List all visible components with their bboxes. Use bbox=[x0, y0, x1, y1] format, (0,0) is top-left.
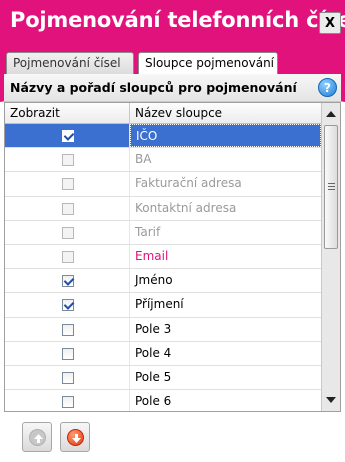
close-button[interactable]: X bbox=[319, 12, 341, 34]
column-name-cell[interactable]: Příjmení bbox=[130, 293, 321, 316]
show-cell bbox=[5, 390, 130, 411]
table-row[interactable]: Kontaktní adresa bbox=[5, 196, 321, 221]
show-cell bbox=[5, 196, 130, 220]
show-checkbox[interactable] bbox=[62, 299, 74, 312]
show-checkbox[interactable] bbox=[62, 347, 74, 360]
table-row[interactable]: Email bbox=[5, 244, 321, 270]
show-cell bbox=[5, 317, 130, 341]
show-cell bbox=[5, 220, 130, 244]
arrow-up-icon bbox=[29, 429, 46, 446]
show-checkbox bbox=[62, 250, 74, 263]
column-name-cell[interactable]: Fakturační adresa bbox=[130, 172, 321, 195]
show-cell bbox=[5, 124, 130, 148]
grid-rows: IČO BA Fakturační adresa Kontaktní adresa Ta… bbox=[5, 124, 321, 411]
tab-naming-columns[interactable]: Sloupce pojmenování bbox=[138, 52, 278, 75]
show-checkbox[interactable] bbox=[62, 130, 74, 142]
column-name-cell[interactable]: Pole 3 bbox=[130, 318, 321, 341]
move-down-button[interactable] bbox=[60, 422, 90, 452]
show-checkbox[interactable] bbox=[62, 396, 74, 409]
show-cell bbox=[5, 293, 130, 317]
table-row[interactable]: BA bbox=[5, 148, 321, 173]
table-row[interactable]: Jméno bbox=[5, 269, 321, 294]
table-row[interactable]: Fakturační adresa bbox=[5, 172, 321, 197]
show-checkbox bbox=[62, 154, 74, 167]
table-row[interactable]: Příjmení bbox=[5, 293, 321, 318]
show-cell bbox=[5, 244, 130, 269]
columns-grid: Zobrazit Název sloupce IČO BA Fakturační a… bbox=[4, 102, 341, 412]
scrollbar-grip-icon bbox=[328, 183, 335, 184]
vertical-scrollbar[interactable] bbox=[321, 103, 340, 411]
table-row[interactable]: IČO bbox=[5, 124, 321, 149]
arrow-down-icon bbox=[67, 429, 84, 446]
grid-header: Zobrazit Název sloupce bbox=[5, 103, 321, 124]
show-checkbox bbox=[62, 226, 74, 239]
column-name-cell[interactable]: Jméno bbox=[130, 269, 321, 292]
column-name-cell[interactable]: Pole 5 bbox=[130, 366, 321, 389]
show-cell bbox=[5, 172, 130, 196]
show-checkbox bbox=[62, 178, 74, 191]
dialog-title: Pojmenování telefonních čísel bbox=[10, 8, 345, 32]
naming-dialog: Pojmenování telefonních čísel X Pojmenov… bbox=[0, 0, 345, 462]
column-name-cell[interactable]: BA bbox=[130, 148, 321, 171]
column-name-cell[interactable]: IČO bbox=[130, 124, 321, 148]
table-row[interactable]: Pole 5 bbox=[5, 365, 321, 391]
column-name-cell[interactable]: Tarif bbox=[130, 221, 321, 244]
show-checkbox[interactable] bbox=[62, 371, 74, 384]
tab-bar: Pojmenování čísel Sloupce pojmenování bbox=[0, 46, 345, 75]
show-cell bbox=[5, 365, 130, 390]
column-name-cell[interactable]: Pole 4 bbox=[130, 342, 321, 365]
show-checkbox[interactable] bbox=[62, 323, 74, 336]
scroll-down-arrow-icon[interactable] bbox=[324, 393, 338, 407]
column-name-cell[interactable]: Kontaktní adresa bbox=[130, 197, 321, 220]
column-name-cell[interactable]: Email bbox=[130, 245, 321, 268]
tab-naming-numbers[interactable]: Pojmenování čísel bbox=[6, 52, 134, 74]
title-bar: Pojmenování telefonních čísel X bbox=[0, 0, 345, 46]
show-checkbox bbox=[62, 202, 74, 215]
section-header: Názvy a pořadí sloupců pro pojmenování ? bbox=[0, 74, 345, 102]
table-row[interactable]: Pole 4 bbox=[5, 341, 321, 366]
table-row[interactable]: Pole 3 bbox=[5, 317, 321, 342]
scrollbar-thumb[interactable] bbox=[324, 125, 338, 249]
show-cell bbox=[5, 341, 130, 365]
column-header-name[interactable]: Název sloupce bbox=[130, 103, 321, 124]
column-header-show[interactable]: Zobrazit bbox=[5, 103, 130, 124]
section-title: Názvy a pořadí sloupců pro pojmenování bbox=[10, 80, 297, 95]
table-row[interactable]: Tarif bbox=[5, 220, 321, 245]
show-cell bbox=[5, 148, 130, 172]
close-icon: X bbox=[324, 15, 336, 31]
show-checkbox[interactable] bbox=[62, 275, 74, 288]
table-row[interactable]: Pole 6 bbox=[5, 390, 321, 411]
show-cell bbox=[5, 269, 130, 293]
move-up-button[interactable] bbox=[22, 422, 52, 452]
scroll-up-arrow-icon[interactable] bbox=[324, 107, 338, 121]
footer bbox=[0, 412, 345, 462]
column-name-cell[interactable]: Pole 6 bbox=[130, 390, 321, 411]
help-icon[interactable]: ? bbox=[318, 78, 337, 97]
